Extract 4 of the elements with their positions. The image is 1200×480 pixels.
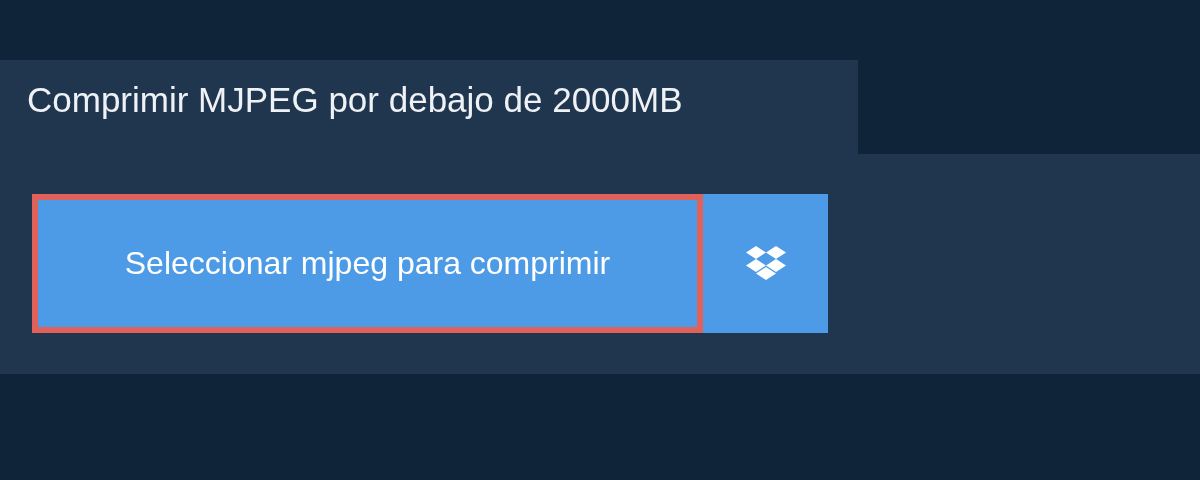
page-title: Comprimir MJPEG por debajo de 2000MB	[0, 60, 858, 154]
select-file-button[interactable]: Seleccionar mjpeg para comprimir	[32, 194, 703, 333]
dropbox-icon	[744, 245, 787, 282]
dropbox-button[interactable]	[703, 194, 828, 333]
